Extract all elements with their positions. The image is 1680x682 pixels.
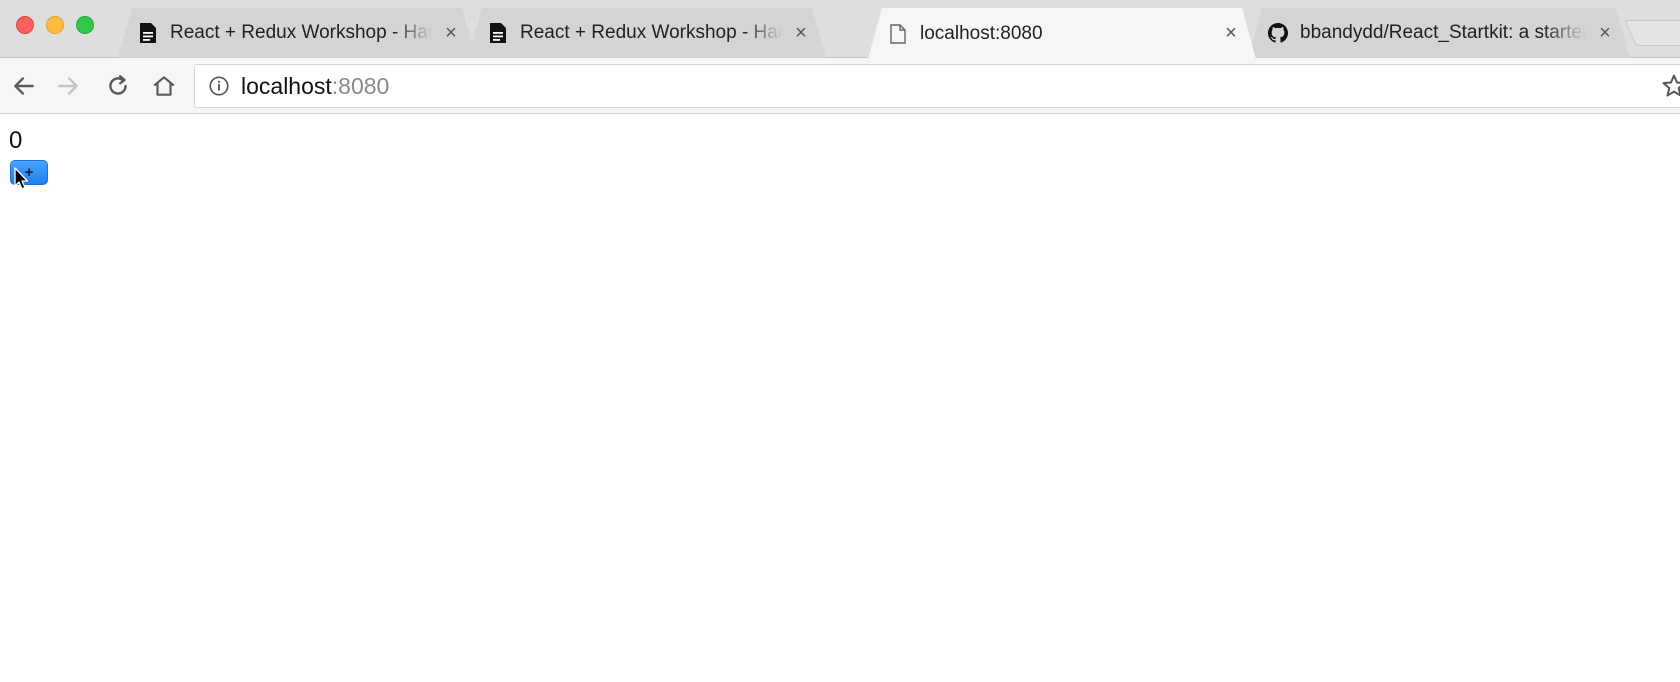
back-button[interactable] bbox=[6, 68, 42, 104]
forward-button[interactable] bbox=[50, 68, 86, 104]
blank-page-icon bbox=[888, 23, 908, 45]
tab-title: bbandydd/React_Startkit: a starter kit bbox=[1300, 22, 1586, 43]
arrow-right-icon bbox=[58, 77, 78, 95]
tab-title: localhost:8080 bbox=[920, 22, 1043, 44]
tab-github[interactable]: bbandydd/React_Startkit: a starter kit × bbox=[1248, 8, 1630, 58]
close-tab-icon[interactable]: × bbox=[1220, 23, 1242, 45]
tab-title: React + Redux Workshop - Hackpad bbox=[170, 22, 428, 43]
url-text[interactable]: localhost:8080 bbox=[241, 73, 389, 100]
document-icon bbox=[138, 22, 158, 44]
reload-icon bbox=[109, 75, 127, 95]
tab-hackpad-2[interactable]: React + Redux Workshop - Hackpad × bbox=[468, 8, 826, 58]
tab-strip: React + Redux Workshop - Hackpad × React… bbox=[0, 0, 1680, 58]
github-icon bbox=[1268, 22, 1288, 44]
tab-hackpad-1[interactable]: React + Redux Workshop - Hackpad × bbox=[118, 8, 476, 58]
url-host: localhost bbox=[241, 72, 332, 99]
tab-title: React + Redux Workshop - Hackpad bbox=[520, 22, 778, 43]
home-icon bbox=[153, 76, 175, 96]
info-icon[interactable] bbox=[207, 74, 231, 98]
maximize-window-button[interactable] bbox=[76, 16, 94, 34]
page-content: 0 + bbox=[0, 115, 1680, 682]
close-tab-icon[interactable]: × bbox=[790, 22, 812, 44]
new-tab-button[interactable] bbox=[1623, 20, 1680, 46]
arrow-left-icon bbox=[14, 77, 34, 95]
address-bar[interactable]: localhost:8080 bbox=[194, 64, 1680, 108]
close-window-button[interactable] bbox=[16, 16, 34, 34]
reload-button[interactable] bbox=[100, 68, 136, 104]
url-port: :8080 bbox=[331, 72, 390, 99]
bookmark-star-icon[interactable] bbox=[1660, 72, 1680, 100]
minimize-window-button[interactable] bbox=[46, 16, 64, 34]
document-icon bbox=[488, 22, 508, 44]
mouse-cursor-icon bbox=[14, 167, 29, 190]
tab-localhost[interactable]: localhost:8080 × bbox=[868, 8, 1256, 59]
counter-value: 0 bbox=[9, 127, 23, 154]
close-tab-icon[interactable]: × bbox=[1594, 22, 1616, 44]
close-tab-icon[interactable]: × bbox=[440, 22, 462, 44]
home-button[interactable] bbox=[146, 68, 182, 104]
browser-window: React + Redux Workshop - Hackpad × React… bbox=[0, 0, 1680, 682]
browser-toolbar: localhost:8080 bbox=[0, 58, 1680, 114]
